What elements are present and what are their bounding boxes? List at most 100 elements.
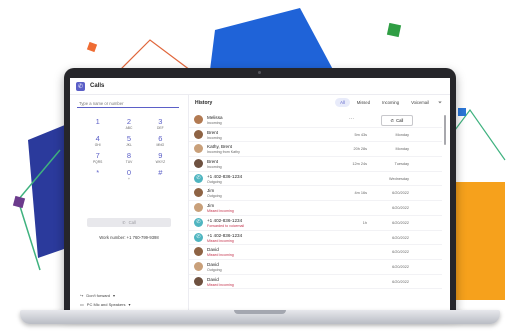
orange-square (86, 41, 98, 53)
history-row[interactable]: Kathy, Brent Incoming from Kathy 20h 28s Mo… (189, 142, 442, 158)
call-detail: Outgoing (207, 179, 222, 184)
call-button-label: Call (128, 220, 136, 225)
filter-chip[interactable]: Incoming (377, 98, 404, 107)
forward-icon: ↪ (80, 293, 84, 298)
phone-number-avatar: ✆ (194, 173, 203, 183)
dial-key-letters: ABC (125, 126, 133, 130)
history-row[interactable]: Brent Incoming 12m 24s Tuesday (189, 157, 442, 172)
dial-key-letters: MNO (156, 143, 165, 147)
call-duration: 1h (362, 220, 367, 225)
dial-key-digit: 5 (126, 134, 132, 143)
call-detail: Missed incoming (207, 282, 234, 287)
dial-key[interactable]: # (145, 168, 176, 181)
dial-key-digit: 9 (158, 151, 163, 160)
avatar (194, 115, 203, 124)
camera (258, 71, 261, 74)
caller-name: Melissa (207, 115, 223, 120)
history-row[interactable]: ✆ +1 402-836-1234 Outgoing Wednesday (189, 172, 442, 187)
call-detail: Incoming (207, 121, 222, 125)
dial-key-letters: GHI (94, 143, 101, 147)
history-row[interactable]: David Missed incoming 6/20/2022 (189, 245, 442, 260)
call-duration: 12m 24s (352, 162, 367, 167)
call-detail: Missed incoming (207, 253, 234, 258)
call-date: Monday (395, 132, 409, 137)
dialpad: 1 2 ABC 3 DEF 4 GHI 5 JKL 6 MNO 7 PQRS 8 TUV 9 WXYZ * 0 + # (82, 117, 176, 181)
dial-key-letters (82, 126, 113, 130)
search-input[interactable]: Type a name or number (77, 99, 179, 108)
call-duration: 4m 16s (354, 191, 367, 196)
filter-chip[interactable]: Missed (352, 98, 375, 107)
dial-key-digit: 3 (158, 117, 163, 126)
history-list: Melissa Incoming ··· ✆ Call Brent Incoming 5m 4… (189, 113, 442, 290)
caller-name: +1 402-836-1234 (207, 232, 243, 238)
dial-key[interactable]: 9 WXYZ (145, 151, 176, 164)
call-duration: 20h 28s (353, 147, 367, 152)
dial-key[interactable]: 6 MNO (145, 134, 176, 147)
forward-label: Don't forward (86, 293, 111, 298)
dial-key[interactable]: 2 ABC (113, 117, 144, 130)
caller-name: Brent (207, 129, 218, 135)
dial-key-digit: 6 (158, 134, 163, 143)
phone-app-icon: ✆ (76, 81, 85, 91)
dial-key[interactable]: 3 DEF (145, 117, 176, 130)
scrollbar[interactable] (444, 115, 446, 145)
dial-key[interactable]: 0 + (113, 168, 144, 181)
avatar (194, 247, 203, 257)
row-call-button[interactable]: ✆ Call (381, 114, 413, 126)
call-date: 6/20/2022 (392, 220, 409, 225)
caller-name: Jim (207, 203, 215, 209)
history-row[interactable]: ✆ +1 402-836-1234 Missed incoming 6/20/2022 (189, 231, 442, 246)
dial-key-digit: 1 (95, 117, 100, 126)
call-date: 6/20/2022 (392, 279, 409, 284)
call-date: 6/20/2022 (392, 206, 409, 211)
call-date: Monday (395, 147, 409, 152)
caller-name: David (207, 261, 219, 267)
call-date: 6/20/2022 (392, 250, 409, 255)
history-row[interactable]: Jim Missed incoming 6/20/2022 (189, 201, 442, 216)
avatar (194, 188, 203, 198)
purple-square (12, 195, 26, 209)
dial-key[interactable]: 5 JKL (113, 134, 144, 147)
history-row[interactable]: Melissa Incoming ··· ✆ Call (189, 113, 442, 128)
call-detail: Forwarded to voicemail (207, 223, 245, 228)
avatar (194, 144, 203, 154)
call-date: Tuesday (394, 162, 409, 167)
avatar (194, 276, 203, 286)
caller-name: +1 402-836-1234 (207, 173, 243, 179)
history-row[interactable]: Jim Outgoing 4m 16s 6/20/2022 (189, 186, 442, 202)
dial-key[interactable]: 8 TUV (113, 151, 144, 164)
more-options-icon[interactable]: ··· (349, 116, 354, 122)
caller-name: +1 402-836-1234 (207, 217, 243, 223)
history-panel: History All Missed Incoming Voicemail ⏷ Meli… (189, 95, 450, 312)
blue-square (458, 108, 466, 116)
filter-chip[interactable]: All (335, 98, 350, 107)
filter-chip[interactable]: Voicemail (406, 98, 434, 107)
dial-key[interactable]: 7 PQRS (82, 151, 113, 164)
dial-key[interactable]: 4 GHI (82, 134, 113, 147)
dial-key[interactable]: * (82, 168, 113, 181)
call-date: 6/20/2022 (392, 191, 409, 196)
filter-icon[interactable]: ⏷ (438, 100, 442, 106)
dial-key-digit: # (158, 168, 163, 177)
caller-name: Brent (207, 159, 218, 165)
call-detail: Incoming from Kathy (207, 150, 240, 155)
call-button[interactable]: ✆ Call (87, 218, 171, 227)
history-row[interactable]: David Outgoing 6/20/2022 (189, 260, 442, 275)
avatar (194, 261, 203, 271)
dial-key-letters: + (128, 177, 130, 181)
history-row[interactable]: David Missed incoming 6/20/2022 (189, 275, 442, 290)
dial-key-letters: PQRS (92, 160, 103, 164)
dial-key-letters (82, 177, 113, 181)
avatar (194, 129, 203, 139)
history-row[interactable]: ✆ +1 402-836-1234 Forwarded to voicemail 1h… (189, 216, 442, 231)
dial-key-letters: JKL (126, 143, 132, 147)
chevron-down-icon: ▾ (113, 293, 116, 298)
dial-key-digit: * (96, 168, 100, 177)
forward-setting[interactable]: ↪ Don't forward ▾ (80, 293, 115, 298)
caller-name: Kathy, Brent (207, 144, 232, 150)
call-detail: Outgoing (207, 194, 222, 199)
history-row[interactable]: Brent Incoming 5m 43s Monday (189, 128, 442, 143)
device-setting[interactable]: ▭ PC Mic and Speakers ▾ (80, 302, 130, 307)
history-filters: All Missed Incoming Voicemail ⏷ (335, 98, 442, 107)
dial-key[interactable]: 1 (82, 117, 113, 130)
